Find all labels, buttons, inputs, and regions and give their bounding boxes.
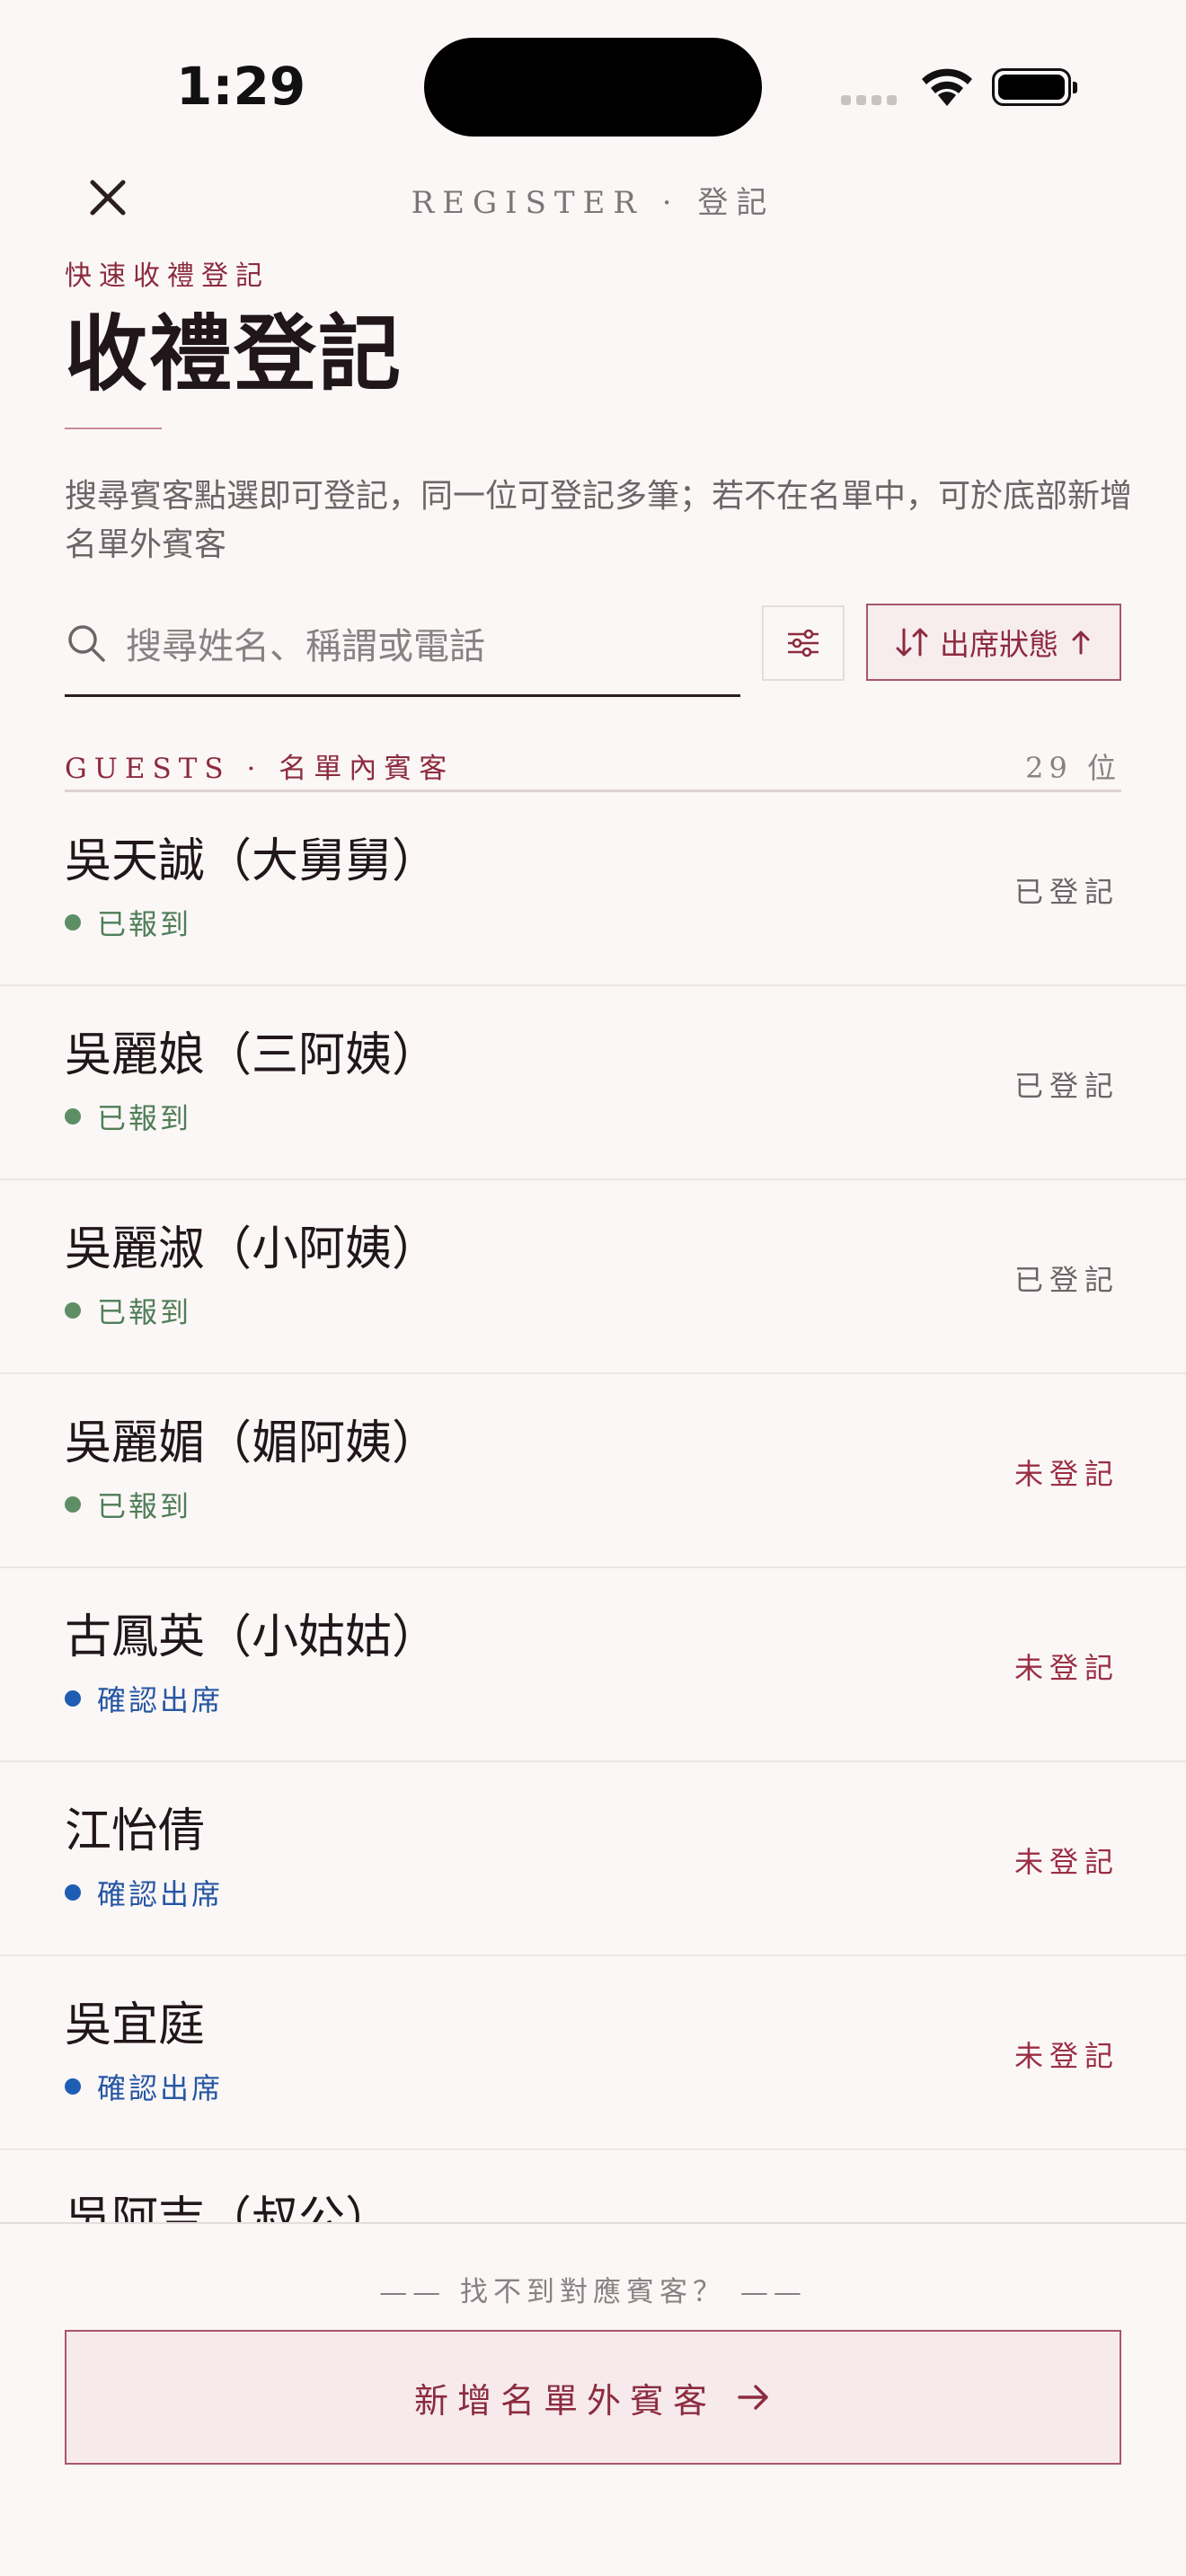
status-dot bbox=[65, 1690, 81, 1707]
status-dot bbox=[65, 1302, 81, 1319]
attendance-status-label: 確認出席 bbox=[97, 1683, 224, 1717]
attendance-status: 確認出席 bbox=[65, 1872, 223, 1913]
guest-row[interactable]: 吳麗淑（小阿姨） 已報到 已登記 bbox=[0, 1180, 1186, 1374]
not-found-prompt: —— 找不到對應賓客？ —— bbox=[379, 2276, 807, 2308]
page-kicker: 快速收禮登記 bbox=[65, 260, 270, 292]
guest-list-label: GUESTS · 名單內賓客 bbox=[65, 753, 455, 785]
add-unlisted-guest-label: 新增名單外賓客 bbox=[413, 2380, 716, 2421]
add-unlisted-guest-button[interactable]: 新增名單外賓客 bbox=[65, 2330, 1121, 2465]
status-dot bbox=[65, 1884, 81, 1901]
attendance-status: 確認出席 bbox=[65, 2066, 223, 2107]
guest-name: 吳麗媚（媚阿姨） bbox=[65, 1416, 439, 1470]
dynamic-island bbox=[424, 38, 762, 137]
registration-status: 未登記 bbox=[1013, 2039, 1120, 2073]
search-input[interactable] bbox=[126, 613, 719, 681]
guest-row[interactable]: 吳宜庭 確認出席 未登記 bbox=[0, 1956, 1186, 2150]
registration-status: 已登記 bbox=[1013, 1069, 1120, 1103]
guest-row[interactable]: 吳麗媚（媚阿姨） 已報到 未登記 bbox=[0, 1374, 1186, 1568]
guest-name: 古鳳英（小姑姑） bbox=[65, 1610, 439, 1664]
registration-status: 已登記 bbox=[1013, 1263, 1120, 1297]
status-time: 1:29 bbox=[176, 56, 306, 117]
attendance-status: 已報到 bbox=[65, 1290, 191, 1331]
registration-status: 未登記 bbox=[1013, 1457, 1120, 1491]
header-title: REGISTER · 登記 bbox=[411, 185, 775, 221]
guest-name: 吳麗淑（小阿姨） bbox=[65, 1222, 439, 1276]
guest-name: 江怡倩 bbox=[65, 1804, 206, 1858]
status-dot bbox=[65, 1108, 81, 1125]
attendance-status: 已報到 bbox=[65, 1484, 191, 1525]
attendance-status-label: 已報到 bbox=[97, 907, 192, 941]
attendance-status-label: 確認出席 bbox=[97, 1877, 224, 1911]
guest-row[interactable]: 江怡倩 確認出席 未登記 bbox=[0, 1762, 1186, 1956]
attendance-status-label: 已報到 bbox=[97, 1101, 192, 1135]
arrow-up-icon bbox=[1072, 631, 1090, 655]
attendance-status-label: 已報到 bbox=[97, 1295, 192, 1329]
attendance-status-label: 確認出席 bbox=[97, 2071, 224, 2105]
filter-button[interactable] bbox=[762, 605, 845, 681]
guest-row[interactable]: 吳天誠（大舅舅） 已報到 已登記 bbox=[0, 792, 1186, 986]
sliders-icon bbox=[788, 629, 819, 657]
title-divider bbox=[65, 428, 162, 429]
cellular-signal-icon bbox=[841, 95, 897, 105]
sort-button[interactable]: 出席狀態 bbox=[866, 604, 1121, 681]
guest-name: 吳宜庭 bbox=[65, 1998, 206, 2052]
attendance-status: 已報到 bbox=[65, 902, 191, 943]
arrow-right-icon bbox=[738, 2385, 768, 2410]
guest-name: 吳天誠（大舅舅） bbox=[65, 834, 439, 888]
registration-status: 已登記 bbox=[1013, 875, 1120, 909]
attendance-status-label: 已報到 bbox=[97, 1489, 192, 1523]
attendance-status: 已報到 bbox=[65, 1096, 191, 1137]
guest-list-header: GUESTS · 名單內賓客 29 位 bbox=[65, 742, 1121, 792]
guest-row[interactable]: 吳麗娘（三阿姨） 已報到 已登記 bbox=[0, 986, 1186, 1180]
registration-status: 未登記 bbox=[1013, 1845, 1120, 1879]
search-box bbox=[65, 604, 740, 697]
status-dot bbox=[65, 2078, 81, 2095]
search-icon bbox=[68, 625, 105, 662]
sort-arrows-icon bbox=[896, 628, 928, 657]
guest-name: 吳麗娘（三阿姨） bbox=[65, 1028, 439, 1082]
sort-label: 出席狀態 bbox=[940, 627, 1058, 662]
guest-count: 29 位 bbox=[1025, 751, 1121, 785]
status-dot bbox=[65, 914, 81, 931]
page-title: 收禮登記 bbox=[65, 305, 403, 402]
status-dot bbox=[65, 1496, 81, 1513]
battery-icon bbox=[992, 68, 1077, 106]
attendance-status: 確認出席 bbox=[65, 1678, 223, 1719]
footer-panel: —— 找不到對應賓客？ —— 新增名單外賓客 bbox=[0, 2222, 1186, 2576]
wifi-icon bbox=[922, 68, 972, 106]
guest-row[interactable]: 古鳳英（小姑姑） 確認出席 未登記 bbox=[0, 1568, 1186, 1762]
registration-status: 未登記 bbox=[1013, 1651, 1120, 1685]
page-description: 搜尋賓客點選即可登記，同一位可登記多筆；若不在名單中，可於底部新增名單外賓客 bbox=[65, 478, 1133, 563]
